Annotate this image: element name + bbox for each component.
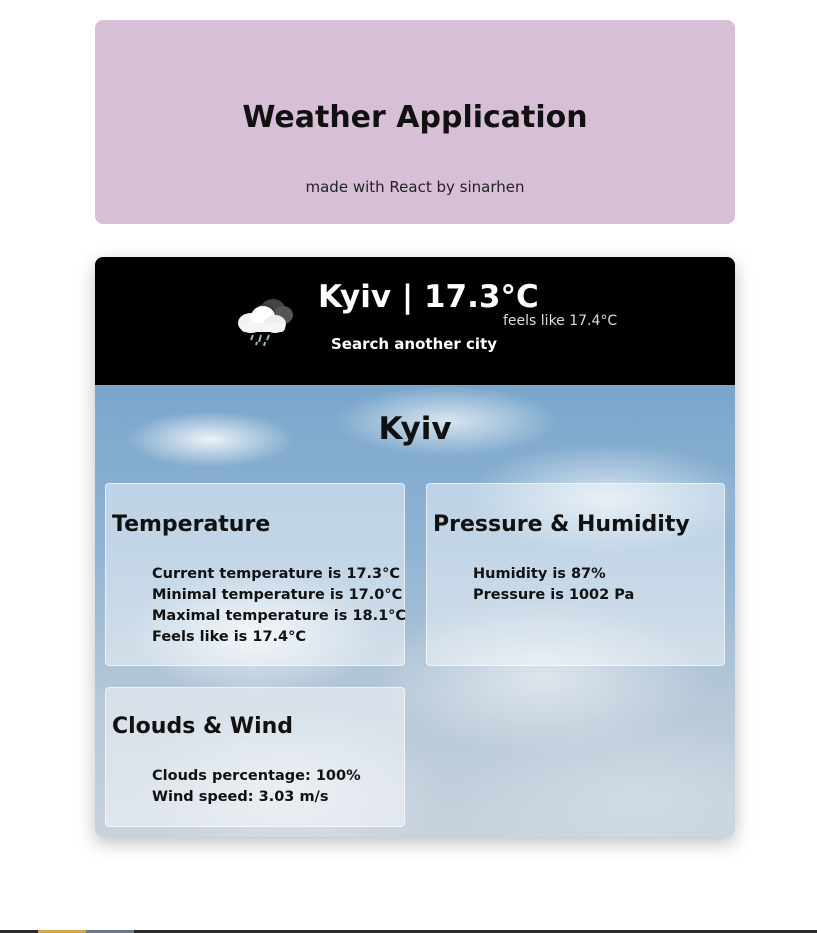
list-item: Minimal temperature is 17.0°C (152, 587, 403, 603)
temperature-panel-title: Temperature (112, 512, 271, 537)
list-item: Wind speed: 3.03 m/s (152, 789, 329, 805)
page: Weather Application made with React by s… (0, 0, 817, 933)
pressure-humidity-panel-title: Pressure & Humidity (433, 512, 690, 537)
list-item: Feels like is 17.4°C (152, 629, 307, 645)
search-another-city-button[interactable]: Search another city (331, 335, 497, 353)
weather-details-area: Kyiv Temperature Current temperature is … (95, 385, 735, 837)
clouds-wind-panel: Clouds & Wind Clouds percentage: 100% Wi… (105, 687, 405, 827)
app-title: Weather Application (242, 100, 588, 135)
list-item: Pressure is 1002 Pa (473, 587, 635, 603)
weather-card: Kyiv | 17.3°C feels like 17.4°C Search a… (95, 257, 735, 837)
clouds-wind-panel-title: Clouds & Wind (112, 714, 294, 739)
rain-cloud-icon (235, 293, 299, 349)
header-card: Weather Application made with React by s… (95, 20, 735, 224)
city-temperature: Kyiv | 17.3°C (318, 279, 539, 315)
pressure-humidity-list: Humidity is 87% Pressure is 1002 Pa (473, 564, 634, 606)
list-item: Maximal temperature is 18.1°C (152, 608, 407, 624)
temperature-list: Current temperature is 17.3°C Minimal te… (152, 564, 406, 648)
details-city-name: Kyiv (378, 411, 452, 447)
feels-like-label: feels like 17.4°C (503, 313, 618, 329)
list-item: Humidity is 87% (473, 566, 606, 582)
clouds-wind-list: Clouds percentage: 100% Wind speed: 3.03… (152, 766, 361, 808)
list-item: Current temperature is 17.3°C (152, 566, 401, 582)
list-item: Clouds percentage: 100% (152, 768, 361, 784)
temperature-panel: Temperature Current temperature is 17.3°… (105, 483, 406, 666)
app-subtitle: made with React by sinarhen (305, 178, 525, 196)
current-weather-bar: Kyiv | 17.3°C feels like 17.4°C Search a… (95, 257, 735, 385)
pressure-humidity-panel: Pressure & Humidity Humidity is 87% Pres… (426, 483, 725, 666)
